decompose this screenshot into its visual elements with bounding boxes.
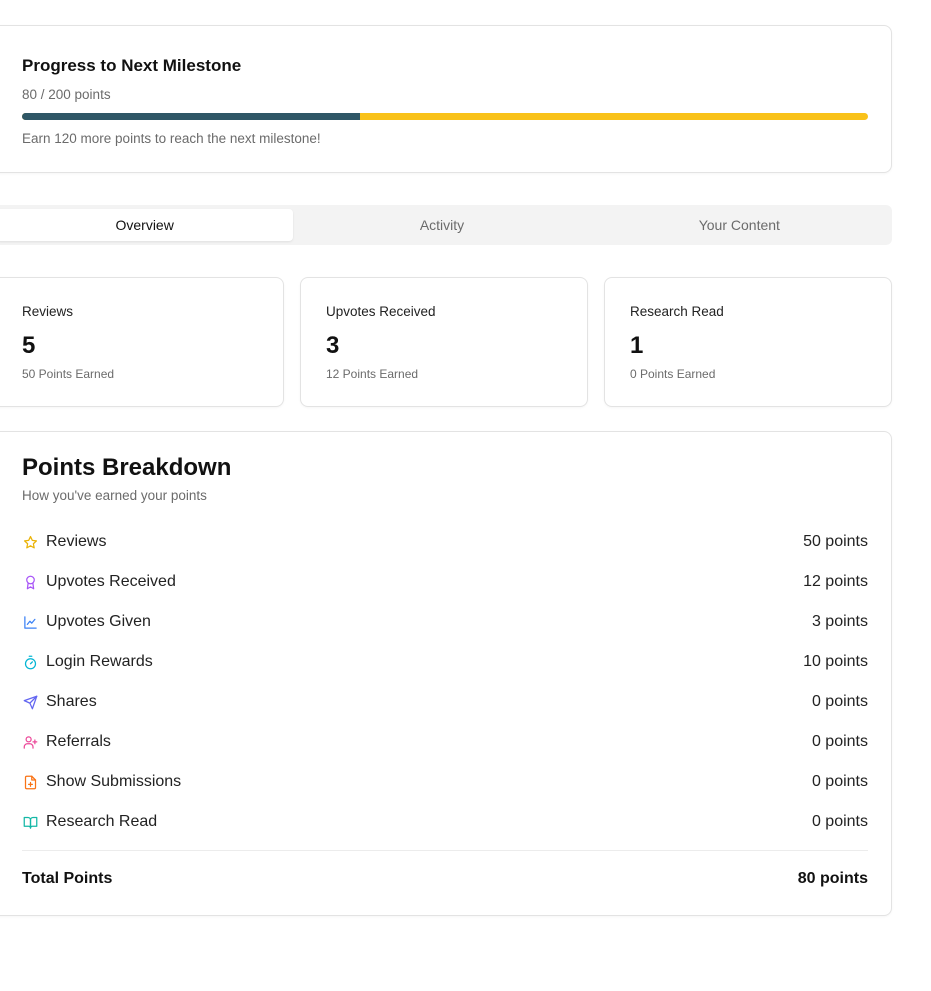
- breakdown-row-upvotes-received: Upvotes Received 12 points: [22, 562, 868, 602]
- stat-label: Research Read: [630, 304, 724, 319]
- breakdown-row-points: 10 points: [803, 653, 868, 670]
- breakdown-subtitle: How you've earned your points: [22, 488, 207, 503]
- breakdown-row-points: 0 points: [811, 693, 868, 710]
- breakdown-row-label: Research Read: [46, 813, 158, 830]
- stat-value: 5: [22, 332, 36, 359]
- breakdown-row-referrals: Referrals 0 points: [22, 722, 868, 762]
- tab-your-content[interactable]: Your Content: [591, 209, 888, 241]
- line-chart-icon: [22, 614, 38, 630]
- breakdown-row-points: 12 points: [803, 573, 868, 590]
- milestone-title: Progress to Next Milestone: [22, 56, 242, 75]
- stat-card-reviews: Reviews 5 50 Points Earned: [0, 277, 284, 407]
- breakdown-row-label: Login Rewards: [46, 653, 153, 670]
- breakdown-row-show-submissions: Show Submissions 0 points: [22, 762, 868, 802]
- breakdown-row-login-rewards: Login Rewards 10 points: [22, 642, 868, 682]
- breakdown-row-upvotes-given: Upvotes Given 3 points: [22, 602, 868, 642]
- breakdown-row-points: 3 points: [811, 613, 868, 630]
- total-label: Total Points: [22, 870, 113, 887]
- milestone-progress-fill: [22, 113, 361, 120]
- milestone-progress-text: 80 / 200 points: [22, 87, 111, 102]
- breakdown-row-label: Shares: [46, 693, 97, 710]
- breakdown-list: Reviews 50 points Upvotes Received 12 po…: [22, 522, 868, 842]
- stat-label: Reviews: [22, 304, 74, 319]
- divider: [22, 850, 868, 851]
- file-plus-icon: [22, 774, 38, 790]
- breakdown-row-points: 0 points: [811, 773, 868, 790]
- breakdown-row-label: Reviews: [46, 533, 107, 550]
- breakdown-row-label: Referrals: [46, 733, 111, 750]
- tab-activity[interactable]: Activity: [293, 209, 590, 241]
- stat-earned: 12 Points Earned: [326, 367, 419, 381]
- stat-card-upvotes-received: Upvotes Received 3 12 Points Earned: [300, 277, 588, 407]
- timer-icon: [22, 654, 38, 670]
- breakdown-row-points: 0 points: [811, 733, 868, 750]
- send-icon: [22, 694, 38, 710]
- stat-label: Upvotes Received: [326, 304, 436, 319]
- breakdown-row-shares: Shares 0 points: [22, 682, 868, 722]
- book-open-icon: [22, 814, 38, 830]
- total-value: 80 points: [797, 870, 868, 887]
- user-plus-icon: [22, 734, 38, 750]
- award-icon: [22, 574, 38, 590]
- breakdown-row-points: 50 points: [803, 533, 868, 550]
- breakdown-row-points: 0 points: [811, 813, 868, 830]
- milestone-hint: Earn 120 more points to reach the next m…: [22, 131, 321, 146]
- points-breakdown-card: Points Breakdown How you've earned your …: [0, 431, 892, 916]
- breakdown-row-label: Upvotes Given: [46, 613, 151, 630]
- breakdown-row-label: Show Submissions: [46, 773, 182, 790]
- stat-earned: 0 Points Earned: [630, 367, 716, 381]
- stat-value: 1: [630, 332, 644, 359]
- total-row: Total Points 80 points: [22, 862, 868, 896]
- stat-card-research-read: Research Read 1 0 Points Earned: [604, 277, 892, 407]
- milestone-progress-bar: [22, 113, 868, 120]
- star-icon: [22, 534, 38, 550]
- breakdown-row-label: Upvotes Received: [46, 573, 176, 590]
- breakdown-row-research-read: Research Read 0 points: [22, 802, 868, 842]
- breakdown-title: Points Breakdown: [22, 454, 232, 481]
- tab-overview[interactable]: Overview: [0, 209, 294, 241]
- tab-bar: Overview Activity Your Content: [0, 205, 892, 245]
- milestone-card: Progress to Next Milestone 80 / 200 poin…: [0, 25, 892, 173]
- stat-earned: 50 Points Earned: [22, 367, 115, 381]
- stat-value: 3: [326, 332, 340, 359]
- breakdown-row-reviews: Reviews 50 points: [22, 522, 868, 562]
